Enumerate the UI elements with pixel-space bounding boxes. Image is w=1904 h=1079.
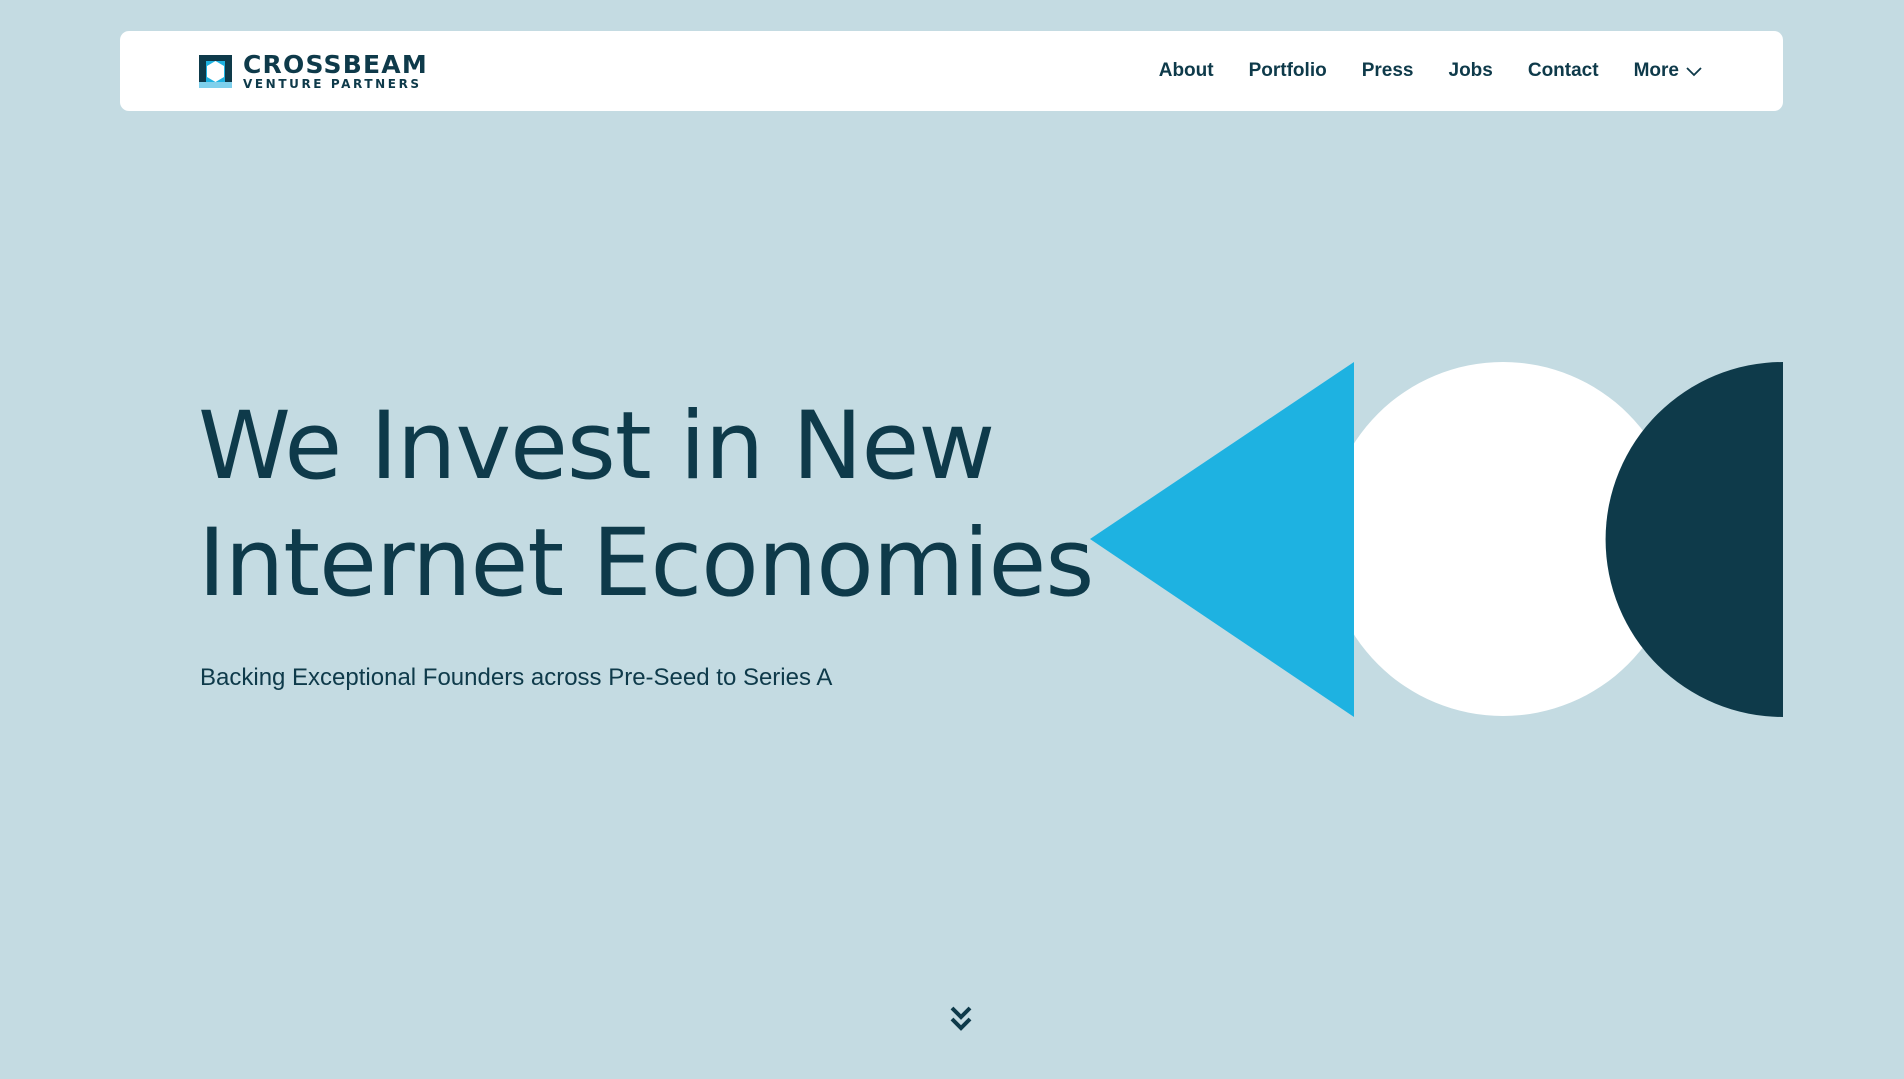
chevron-down-icon bbox=[1686, 67, 1702, 77]
logo-text: CROSSBEAM VENTURE PARTNERS bbox=[243, 52, 428, 90]
hero-subtitle: Backing Exceptional Founders across Pre-… bbox=[200, 664, 833, 691]
hero-title: We Invest in New Internet Economies bbox=[198, 388, 1094, 622]
hero-title-line-2: Internet Economies bbox=[198, 509, 1094, 618]
nav-contact[interactable]: Contact bbox=[1528, 60, 1599, 82]
nav-press[interactable]: Press bbox=[1362, 60, 1414, 82]
navbar: CROSSBEAM VENTURE PARTNERS About Portfol… bbox=[120, 31, 1783, 111]
hero-geometric-graphic bbox=[1090, 362, 1783, 717]
nav-jobs[interactable]: Jobs bbox=[1449, 60, 1493, 82]
hero-title-line-1: We Invest in New bbox=[198, 392, 995, 501]
blue-triangle-shape bbox=[1090, 362, 1354, 717]
nav-portfolio[interactable]: Portfolio bbox=[1249, 60, 1327, 82]
double-chevron-down-icon[interactable] bbox=[948, 1004, 974, 1034]
main-nav: About Portfolio Press Jobs Contact More bbox=[1159, 31, 1703, 111]
logo-name: CROSSBEAM bbox=[243, 50, 428, 79]
crossbeam-logo-icon bbox=[199, 54, 232, 88]
nav-more[interactable]: More bbox=[1634, 60, 1703, 82]
dark-half-circle-shape bbox=[1605, 362, 1783, 717]
page: CROSSBEAM VENTURE PARTNERS About Portfol… bbox=[0, 0, 1904, 1079]
nav-more-label: More bbox=[1633, 60, 1679, 81]
logo-subtitle: VENTURE PARTNERS bbox=[243, 77, 422, 91]
nav-about[interactable]: About bbox=[1159, 60, 1214, 82]
logo-link[interactable]: CROSSBEAM VENTURE PARTNERS bbox=[199, 52, 428, 90]
